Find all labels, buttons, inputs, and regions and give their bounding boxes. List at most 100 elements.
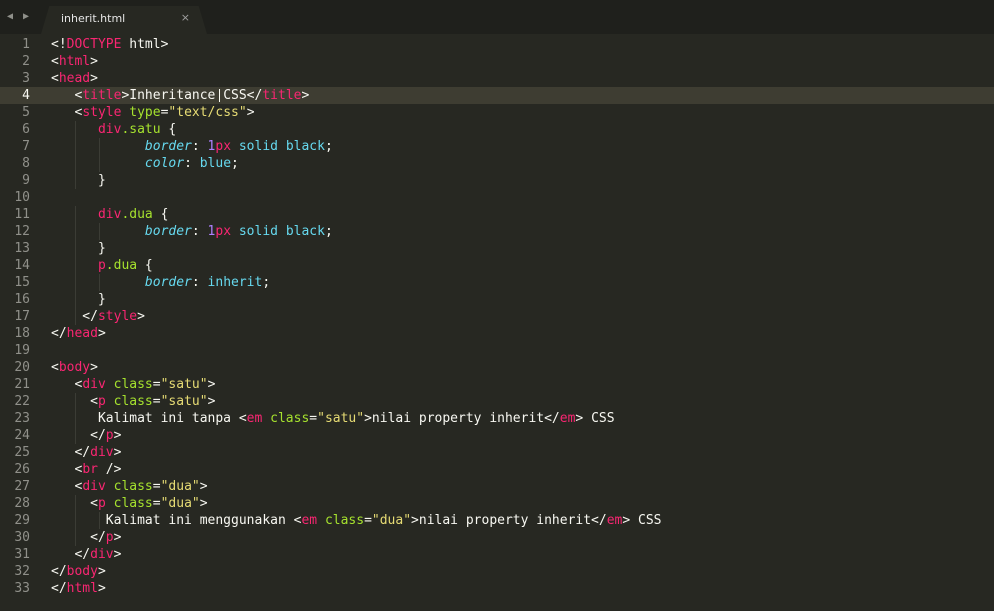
code-token: p bbox=[105, 428, 114, 443]
code-token: div bbox=[97, 122, 122, 137]
code-token: /> bbox=[97, 462, 122, 477]
code-line[interactable]: 9 } bbox=[0, 172, 994, 189]
text-cursor bbox=[219, 89, 220, 102]
code-line[interactable]: 27 <div class="dua"> bbox=[0, 478, 994, 495]
code-token: > bbox=[137, 309, 145, 324]
code-line[interactable]: 14 p.dua { bbox=[0, 257, 994, 274]
code-token: px bbox=[215, 224, 232, 239]
code-token: em bbox=[246, 411, 263, 426]
code-token: > bbox=[199, 496, 208, 511]
code-line[interactable]: 8 color: blue; bbox=[0, 155, 994, 172]
tab-inherit-html[interactable]: inherit.html × bbox=[41, 6, 207, 34]
code-line[interactable]: 20 <body> bbox=[0, 359, 994, 376]
code-token: < bbox=[51, 479, 83, 494]
line-number: 30 bbox=[14, 530, 30, 545]
code-line[interactable]: 16 } bbox=[0, 291, 994, 308]
line-number: 27 bbox=[14, 479, 30, 494]
code-text: </div> bbox=[51, 546, 121, 563]
code-editor[interactable]: 1 <!DOCTYPE html> 2 <html> 3 <head> 4 <title>I… bbox=[0, 35, 994, 611]
code-token: > CSS bbox=[575, 411, 615, 426]
code-line[interactable]: 4 <title>Inheritance CSS</title> bbox=[0, 87, 994, 104]
code-token: < bbox=[51, 360, 59, 375]
code-token: head bbox=[58, 71, 91, 86]
code-line[interactable]: 19 bbox=[0, 342, 994, 359]
line-number: 19 bbox=[14, 343, 30, 358]
code-text: <p class="satu"> bbox=[51, 393, 215, 410]
code-text: Kalimat ini menggunakan <em class="dua">… bbox=[51, 512, 662, 529]
code-line[interactable]: 15 border: inherit; bbox=[0, 274, 994, 291]
code-token: style bbox=[97, 309, 138, 324]
code-line[interactable]: 25 </div> bbox=[0, 444, 994, 461]
code-token: html> bbox=[121, 37, 169, 52]
code-token: title bbox=[82, 88, 122, 103]
code-line[interactable]: 33 </html> bbox=[0, 580, 994, 597]
code-token: em bbox=[559, 411, 576, 426]
code-line[interactable]: 10 bbox=[0, 189, 994, 206]
line-number: 31 bbox=[14, 547, 30, 562]
code-line[interactable]: 1 <!DOCTYPE html> bbox=[0, 36, 994, 53]
code-line[interactable]: 32 </body> bbox=[0, 563, 994, 580]
code-token: solid bbox=[238, 224, 278, 239]
code-line[interactable]: 26 <br /> bbox=[0, 461, 994, 478]
code-token: class bbox=[324, 513, 365, 528]
code-token: .dua bbox=[121, 207, 153, 222]
code-token: </ bbox=[51, 581, 67, 596]
line-number: 1 bbox=[22, 37, 30, 52]
code-text: </body> bbox=[51, 563, 106, 580]
code-line[interactable]: 28 <p class="dua"> bbox=[0, 495, 994, 512]
line-number: 7 bbox=[22, 139, 30, 154]
back-arrow-icon[interactable]: ◀ bbox=[7, 11, 13, 23]
code-token: < bbox=[51, 394, 98, 409]
code-line[interactable]: 22 <p class="satu"> bbox=[0, 393, 994, 410]
code-line[interactable]: 30 </p> bbox=[0, 529, 994, 546]
code-token: > bbox=[113, 428, 122, 443]
code-token: br bbox=[82, 462, 98, 477]
forward-arrow-icon[interactable]: ▶ bbox=[23, 11, 29, 23]
line-number: 6 bbox=[22, 122, 30, 137]
code-line[interactable]: 6 div.satu { bbox=[0, 121, 994, 138]
code-token: < bbox=[51, 462, 83, 477]
code-line[interactable]: 21 <div class="satu"> bbox=[0, 376, 994, 393]
code-line[interactable]: 17 </style> bbox=[0, 308, 994, 325]
line-number: 32 bbox=[14, 564, 30, 579]
code-line[interactable]: 12 border: 1px solid black; bbox=[0, 223, 994, 240]
code-token: > bbox=[113, 547, 122, 562]
code-token: >nilai property inherit</ bbox=[364, 411, 560, 426]
line-number: 20 bbox=[14, 360, 30, 375]
tab-label: inherit.html bbox=[61, 12, 126, 25]
code-line[interactable]: 29 Kalimat ini menggunakan <em class="du… bbox=[0, 512, 994, 529]
line-number: 10 bbox=[14, 190, 30, 205]
code-token: class bbox=[113, 479, 153, 494]
code-token: inherit bbox=[207, 275, 263, 290]
code-token: body bbox=[66, 564, 98, 579]
code-text: <p class="dua"> bbox=[51, 495, 208, 512]
code-token: </ bbox=[51, 564, 67, 579]
code-token: ; bbox=[231, 156, 239, 171]
code-token: "dua" bbox=[160, 496, 200, 511]
code-text: color: blue; bbox=[51, 155, 239, 172]
code-token: </ bbox=[51, 547, 91, 562]
code-line[interactable]: 5 <style type="text/css"> bbox=[0, 104, 994, 121]
code-token: div bbox=[90, 547, 114, 562]
close-icon[interactable]: × bbox=[181, 11, 190, 24]
code-line[interactable]: 11 div.dua { bbox=[0, 206, 994, 223]
code-text: <head> bbox=[51, 70, 98, 87]
code-line[interactable]: 23 Kalimat ini tanpa <em class="satu">ni… bbox=[0, 410, 994, 427]
code-token: > bbox=[113, 530, 122, 545]
code-line[interactable]: 24 </p> bbox=[0, 427, 994, 444]
line-number: 28 bbox=[14, 496, 30, 511]
code-token: { bbox=[160, 122, 177, 137]
code-line[interactable]: 18 </head> bbox=[0, 325, 994, 342]
code-line[interactable]: 7 border: 1px solid black; bbox=[0, 138, 994, 155]
code-line[interactable]: 3 <head> bbox=[0, 70, 994, 87]
code-line[interactable]: 2 <html> bbox=[0, 53, 994, 70]
code-line[interactable]: 31 </div> bbox=[0, 546, 994, 563]
code-token: > bbox=[90, 360, 98, 375]
code-line[interactable]: 13 } bbox=[0, 240, 994, 257]
code-token: border bbox=[144, 139, 192, 154]
